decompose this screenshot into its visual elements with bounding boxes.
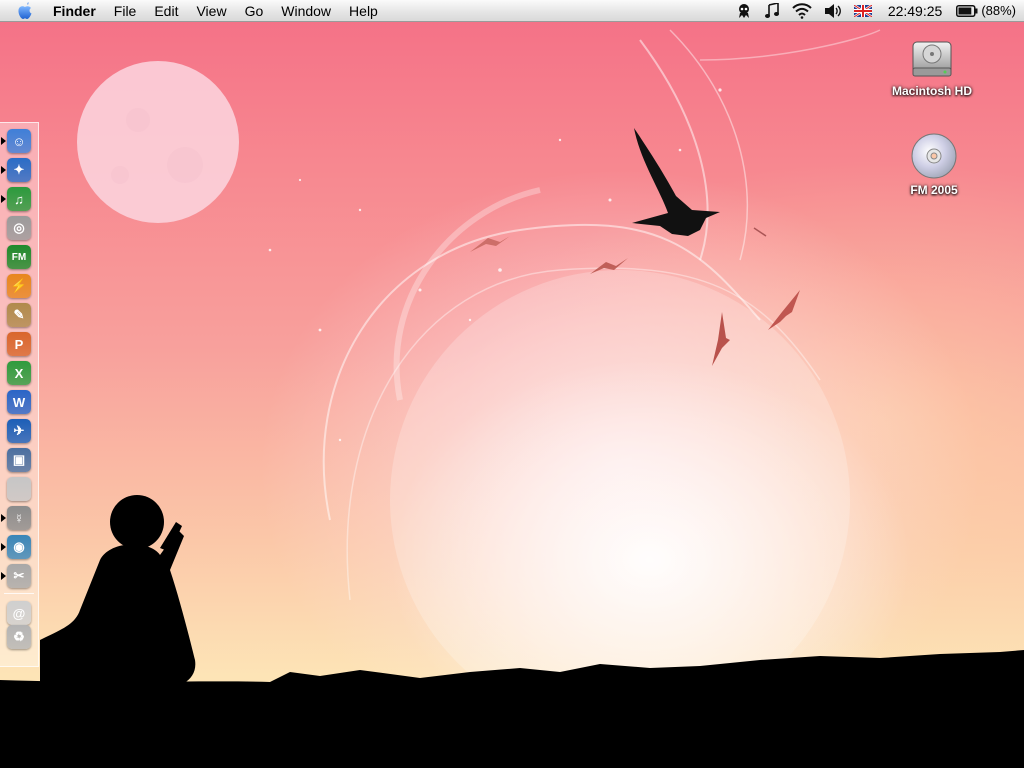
battery-icon: [956, 4, 978, 17]
mercury-icon: ☿: [7, 506, 31, 530]
dock-item-word[interactable]: W: [5, 388, 33, 416]
finder-icon: ☺: [7, 129, 31, 153]
menu-file[interactable]: File: [105, 0, 146, 22]
menu-view[interactable]: View: [187, 0, 235, 22]
dock-item-safari[interactable]: ✦: [1, 156, 33, 184]
utilities-icon: ✂: [7, 564, 31, 588]
excel-icon: X: [7, 361, 31, 385]
wifi-icon[interactable]: [786, 0, 818, 22]
word-icon: W: [7, 390, 31, 414]
wallpaper-artwork: [0, 29, 1024, 768]
dock-item-mercury[interactable]: ☿: [1, 504, 33, 532]
dock-item-trash[interactable]: ♻: [5, 623, 33, 651]
dock-item-football-manager[interactable]: FM: [5, 243, 33, 271]
menu-help[interactable]: Help: [340, 0, 387, 22]
cd-disc-icon: [909, 131, 959, 181]
desktop-icon-macintosh-hd[interactable]: Macintosh HD: [877, 32, 987, 98]
running-indicator: [1, 137, 6, 145]
dock-item-itunes[interactable]: ♫: [1, 185, 33, 213]
menu-extras: 22:49:25 (88%): [730, 0, 1024, 22]
dvd-player-icon: ◎: [7, 216, 31, 240]
gimp-icon: ✎: [7, 303, 31, 327]
dock-item-gimp[interactable]: ✎: [5, 301, 33, 329]
music-note-icon[interactable]: [758, 0, 786, 22]
messenger-bird-icon: ✈: [7, 419, 31, 443]
menu-app-finder[interactable]: Finder: [44, 0, 105, 22]
battery-status[interactable]: (88%): [952, 3, 1016, 18]
powerpoint-icon: P: [7, 332, 31, 356]
hard-drive-icon: [907, 32, 957, 82]
apple-logo-icon[interactable]: [14, 0, 36, 22]
iphoto-icon: ▣: [7, 448, 31, 472]
battery-percent: (88%): [981, 3, 1016, 18]
dock-item-iphoto[interactable]: ▣: [5, 446, 33, 474]
running-indicator: [1, 195, 6, 203]
dock-item-excel[interactable]: X: [5, 359, 33, 387]
alien-icon[interactable]: [730, 0, 758, 22]
volume-icon[interactable]: [818, 0, 848, 22]
menu-edit[interactable]: Edit: [145, 0, 187, 22]
itunes-icon: ♫: [7, 187, 31, 211]
desktop-icon-fm-2005[interactable]: FM 2005: [879, 131, 989, 197]
dock-item-utilities[interactable]: ✂: [1, 562, 33, 590]
running-indicator: [1, 572, 6, 580]
menu-clock[interactable]: 22:49:25: [878, 3, 953, 19]
desktop-icon-label: FM 2005: [910, 183, 958, 197]
lightning-app-icon: ⚡: [7, 274, 31, 298]
uk-flag-icon[interactable]: [848, 0, 878, 22]
dock-item-dvd-player[interactable]: ◎: [5, 214, 33, 242]
dock-item-lightning-app[interactable]: ⚡: [5, 272, 33, 300]
safari-icon: ✦: [7, 158, 31, 182]
dock-item-apple-app[interactable]: [5, 475, 33, 503]
running-indicator: [1, 166, 6, 174]
desktop-icon-label: Macintosh HD: [891, 84, 972, 98]
trash-icon: ♻: [7, 625, 31, 649]
dock: ☺ ✦ ♫ ◎ FM ⚡ ✎ P X W ✈ ▣ ☿ ◉ ✂ @ ♻: [0, 122, 39, 667]
menu-bar: Finder File Edit View Go Window Help 22:…: [0, 0, 1024, 22]
adium-duck-icon: ◉: [7, 535, 31, 559]
running-indicator: [1, 543, 6, 551]
desktop-wallpaper: [0, 0, 1024, 768]
dock-item-finder[interactable]: ☺: [1, 127, 33, 155]
menu-window[interactable]: Window: [272, 0, 340, 22]
dock-item-powerpoint[interactable]: P: [5, 330, 33, 358]
running-indicator: [1, 514, 6, 522]
menu-go[interactable]: Go: [236, 0, 273, 22]
apple-app-icon: [7, 477, 31, 501]
mail-at-icon: @: [7, 601, 31, 625]
dock-item-messenger-bird[interactable]: ✈: [5, 417, 33, 445]
dock-separator: [4, 593, 34, 594]
football-manager-icon: FM: [7, 245, 31, 269]
dock-item-adium-duck[interactable]: ◉: [1, 533, 33, 561]
